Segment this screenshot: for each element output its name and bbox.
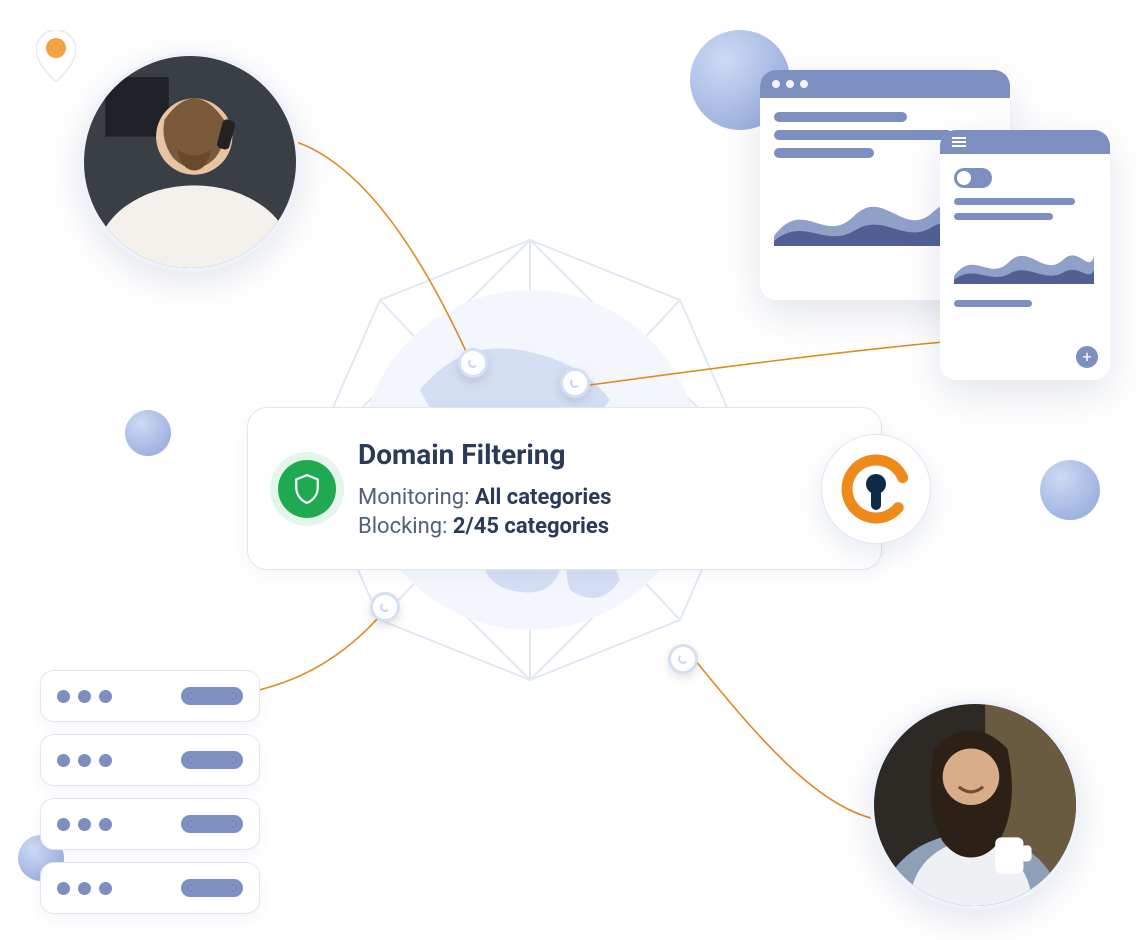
server-slot-icon — [181, 815, 243, 833]
server-leds-icon — [57, 818, 112, 831]
server-row — [40, 798, 260, 850]
globe-node-dot — [560, 368, 590, 398]
server-slot-icon — [181, 879, 243, 897]
decorative-sphere — [125, 410, 171, 456]
window-titlebar — [940, 130, 1110, 154]
shield-icon — [278, 460, 336, 518]
mobile-window: + — [940, 130, 1110, 380]
server-row — [40, 670, 260, 722]
window-titlebar — [760, 70, 1010, 98]
server-leds-icon — [57, 754, 112, 767]
blocking-line: Blocking: 2/45 categories — [358, 514, 761, 539]
location-pin-icon — [36, 30, 76, 86]
blocking-value: 2/45 categories — [453, 514, 609, 539]
monitoring-line: Monitoring: All categories — [358, 485, 761, 510]
monitoring-value: All categories — [475, 485, 612, 510]
diagram-canvas: + Domain Filtering Monitoring: All categ… — [0, 0, 1146, 940]
server-stack — [40, 670, 260, 926]
server-slot-icon — [181, 751, 243, 769]
blocking-label: Blocking: — [358, 514, 453, 539]
server-leds-icon — [57, 882, 112, 895]
plus-icon: + — [1076, 346, 1098, 368]
openvpn-icon — [821, 434, 931, 544]
area-chart-icon — [954, 234, 1094, 284]
server-leds-icon — [57, 690, 112, 703]
server-slot-icon — [181, 687, 243, 705]
domain-filtering-card: Domain Filtering Monitoring: All categor… — [247, 407, 882, 570]
decorative-sphere — [1040, 460, 1100, 520]
avatar-person-2 — [870, 700, 1080, 910]
globe-node-dot — [370, 592, 400, 622]
server-row — [40, 734, 260, 786]
app-windows: + — [760, 70, 1130, 370]
globe-node-dot — [668, 644, 698, 674]
toggle-switch-icon — [954, 168, 992, 188]
monitoring-label: Monitoring: — [358, 485, 475, 510]
card-title: Domain Filtering — [358, 438, 761, 471]
globe-node-dot — [458, 348, 488, 378]
server-row — [40, 862, 260, 914]
hamburger-icon — [952, 136, 966, 148]
avatar-person-1 — [80, 52, 300, 272]
